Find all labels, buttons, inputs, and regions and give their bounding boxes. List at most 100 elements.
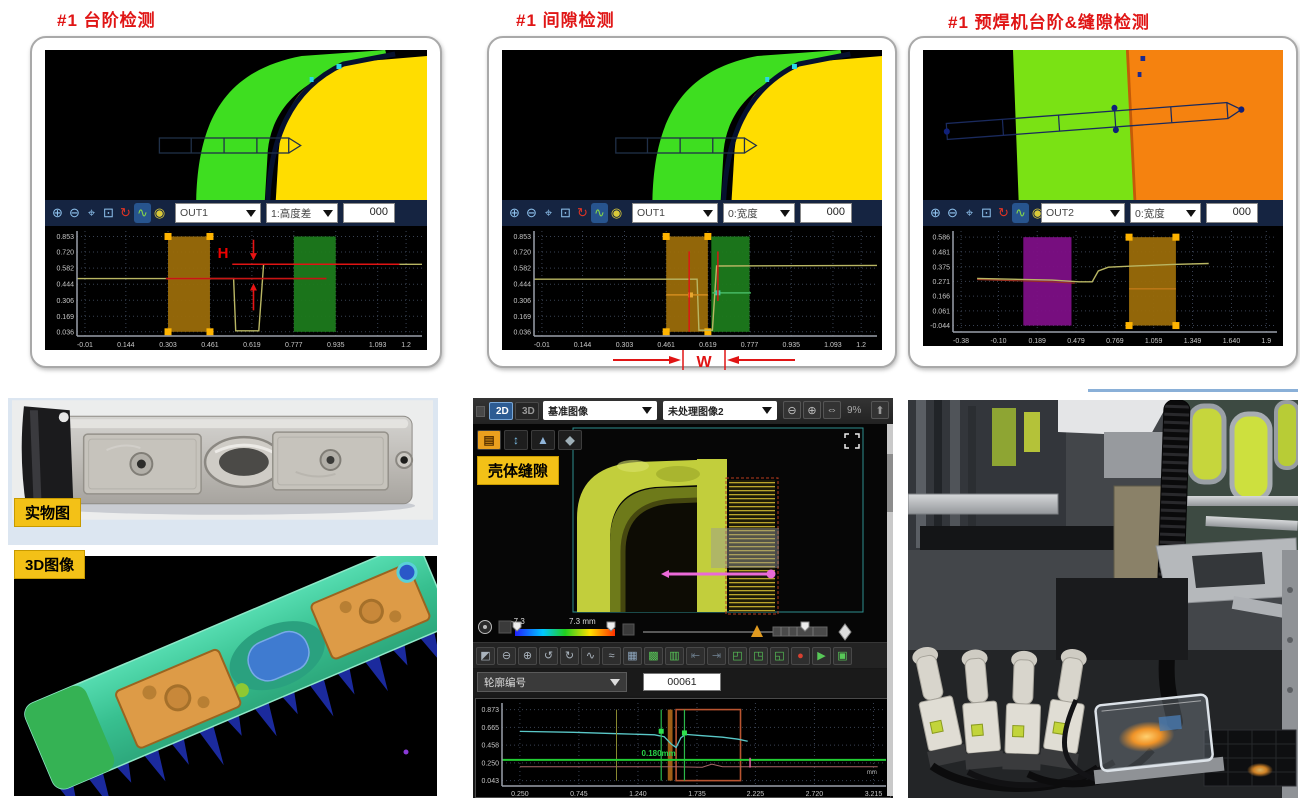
- svg-text:0.189: 0.189: [1028, 338, 1046, 345]
- scrollbar-thumb[interactable]: [887, 454, 893, 512]
- zoom-percent: 9%: [847, 405, 861, 416]
- svg-text:0.144: 0.144: [117, 342, 135, 349]
- export-icon[interactable]: ⬆: [871, 401, 889, 419]
- svg-text:0.144: 0.144: [574, 342, 592, 349]
- zoom-region-icon[interactable]: ⌖: [961, 203, 978, 223]
- palette-icon[interactable]: ◉: [151, 203, 168, 223]
- profile-number-select[interactable]: 轮廓编号: [477, 672, 627, 692]
- step-profile-chart: -0.010.1440.3030.4610.6190.7770.9351.093…: [45, 226, 427, 350]
- measure-mode-select[interactable]: 0:宽度: [723, 203, 795, 223]
- svg-text:0.582: 0.582: [513, 266, 531, 273]
- profile-x-icon[interactable]: ∿: [581, 647, 600, 665]
- three-d-scan-image: [14, 556, 437, 796]
- zoom-out-icon[interactable]: ⊖: [66, 203, 83, 223]
- zoom-in-icon[interactable]: ⊕: [49, 203, 66, 223]
- svg-text:0.720: 0.720: [513, 250, 531, 257]
- base-image-select[interactable]: 基准图像: [543, 401, 657, 420]
- zoom-in-icon[interactable]: ⊕: [927, 203, 944, 223]
- measure-mode-select[interactable]: 1:高度差: [266, 203, 338, 223]
- profile-y-icon[interactable]: ≈: [602, 647, 621, 665]
- profile-graph-icon[interactable]: ∿: [1012, 203, 1029, 223]
- surface-view-icon[interactable]: ▲: [531, 430, 555, 450]
- roi-multi-icon[interactable]: ◳: [749, 647, 768, 665]
- grid-icon[interactable]: ▦: [623, 647, 642, 665]
- svg-text:0.271: 0.271: [932, 279, 950, 286]
- svg-text:2.720: 2.720: [806, 791, 824, 798]
- zoom-out-icon[interactable]: ⊖: [944, 203, 961, 223]
- three-d-image-label: 3D图像: [14, 550, 85, 579]
- svg-text:1.093: 1.093: [824, 342, 842, 349]
- roi-edit-icon[interactable]: ◱: [770, 647, 789, 665]
- panel-title-gap: #1 间隙检测: [516, 6, 615, 31]
- shell-gap-profile-chart: 0.2500.7451.2401.7352.2252.7203.2150.873…: [475, 698, 891, 798]
- zoom-out-icon[interactable]: ⊖: [497, 647, 516, 665]
- svg-text:1.240: 1.240: [629, 791, 647, 798]
- zoom-fit-icon[interactable]: ⊡: [557, 203, 574, 223]
- roi-rect-icon[interactable]: ◰: [728, 647, 747, 665]
- profile-graph-icon[interactable]: ∿: [591, 203, 608, 223]
- svg-text:3.215: 3.215: [865, 791, 883, 798]
- dropdown-caret-icon: [1110, 210, 1120, 217]
- measure-value-box[interactable]: 000: [800, 203, 852, 223]
- measure-v-icon[interactable]: ⇥: [707, 647, 726, 665]
- gap-toolbar-icons: ⊕⊖⌖⊡↻∿◉: [506, 203, 625, 223]
- output-select[interactable]: OUT1: [175, 203, 261, 223]
- overlay-icon[interactable]: ▩: [644, 647, 663, 665]
- measure-mode-select[interactable]: 0:宽度: [1130, 203, 1201, 223]
- shell-gap-label: 壳体缝隙: [477, 456, 559, 485]
- tab-3d[interactable]: 3D: [515, 402, 539, 420]
- reset-icon[interactable]: ↻: [574, 203, 591, 223]
- fit-width-icon[interactable]: ⇔: [823, 401, 841, 419]
- svg-text:1.059: 1.059: [1145, 338, 1163, 345]
- svg-text:0.777: 0.777: [285, 342, 303, 349]
- dropdown-caret-icon: [780, 210, 790, 217]
- rotate-cw-icon[interactable]: ↻: [560, 647, 579, 665]
- dropdown-caret-icon: [703, 210, 713, 217]
- profile-graph-icon[interactable]: ∿: [134, 203, 151, 223]
- output-select[interactable]: OUT1: [632, 203, 718, 223]
- gap-width-annotation-group: W: [609, 348, 799, 372]
- measure-value-box[interactable]: 000: [343, 203, 395, 223]
- measure-value-box[interactable]: 000: [1206, 203, 1258, 223]
- zoom-in-icon[interactable]: ⊕: [518, 647, 537, 665]
- zoom-region-icon[interactable]: ⌖: [83, 203, 100, 223]
- profile-height-icon[interactable]: ↕: [504, 430, 528, 450]
- dropdown-caret-icon: [610, 679, 620, 686]
- reset-icon[interactable]: ↻: [117, 203, 134, 223]
- zoom-region-icon[interactable]: ⌖: [540, 203, 557, 223]
- reset-icon[interactable]: ↻: [995, 203, 1012, 223]
- output-select[interactable]: OUT2: [1041, 203, 1125, 223]
- height-colormap-icon[interactable]: ▤: [477, 430, 501, 450]
- scrollbar[interactable]: [887, 424, 893, 796]
- physical-photo-panel: 实物图: [8, 398, 438, 545]
- zoom-out-icon[interactable]: ⊖: [783, 401, 801, 419]
- svg-text:1.2: 1.2: [401, 342, 411, 349]
- rotate-ccw-icon[interactable]: ↺: [539, 647, 558, 665]
- svg-text:0.180mm: 0.180mm: [642, 749, 676, 758]
- tab-2d[interactable]: 2D: [489, 402, 513, 420]
- svg-text:0.169: 0.169: [513, 314, 531, 321]
- output-select-value: OUT1: [180, 207, 208, 219]
- svg-text:0.306: 0.306: [513, 298, 531, 305]
- dropdown-caret-icon: [762, 407, 772, 414]
- select-icon[interactable]: ◩: [476, 647, 495, 665]
- processed-image-select[interactable]: 未处理图像2: [663, 401, 777, 420]
- overlay-alt-icon[interactable]: ▥: [665, 647, 684, 665]
- zoom-out-icon[interactable]: ⊖: [523, 203, 540, 223]
- zoom-in-icon[interactable]: ⊕: [506, 203, 523, 223]
- measure-h-icon[interactable]: ⇤: [686, 647, 705, 665]
- profile-number-label: 轮廓编号: [484, 675, 526, 690]
- mask-tool-icon[interactable]: ◆: [558, 430, 582, 450]
- zoom-in-icon[interactable]: ⊕: [803, 401, 821, 419]
- export-icon[interactable]: ▶: [812, 647, 831, 665]
- svg-text:0.853: 0.853: [513, 234, 531, 241]
- profile-number-value[interactable]: 00061: [643, 673, 721, 691]
- gap-scan-image: [502, 50, 882, 200]
- zoom-fit-icon[interactable]: ⊡: [978, 203, 995, 223]
- snapshot-icon[interactable]: ▣: [833, 647, 852, 665]
- record-icon[interactable]: ●: [791, 647, 810, 665]
- svg-text:-0.10: -0.10: [991, 338, 1007, 345]
- zoom-fit-icon[interactable]: ⊡: [100, 203, 117, 223]
- palette-icon[interactable]: ◉: [608, 203, 625, 223]
- profile-select-row: 轮廓编号 00061: [473, 669, 893, 696]
